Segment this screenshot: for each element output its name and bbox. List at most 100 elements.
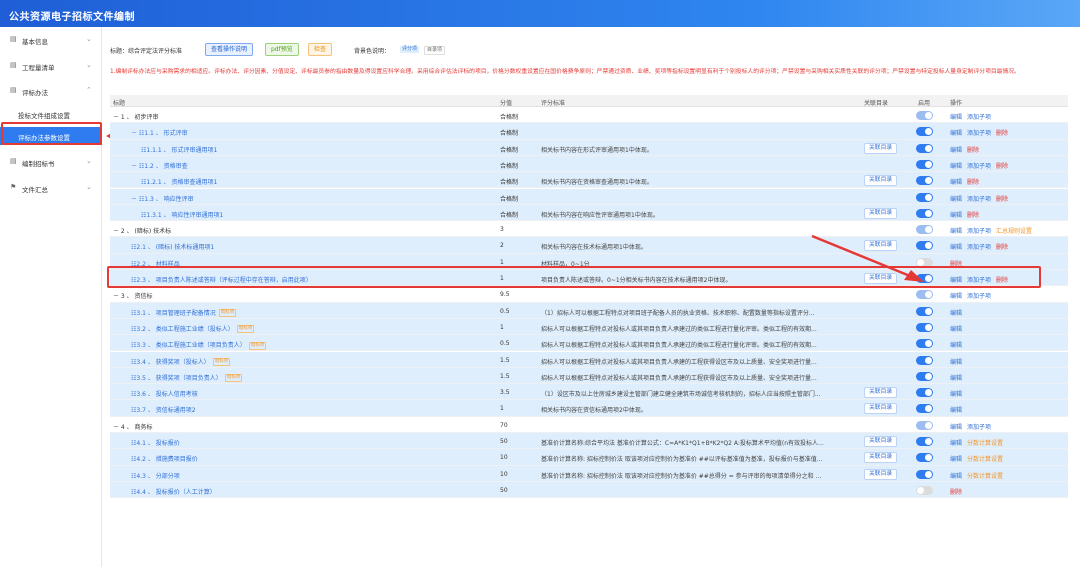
add-child-link[interactable]: 添加子项 <box>967 196 991 203</box>
edit-link[interactable]: 编辑 <box>950 407 962 414</box>
row-title: ☷3.7 、 资信标通用项2 <box>113 405 493 414</box>
delete-link[interactable]: 删除 <box>996 244 1008 251</box>
row-ops: 编辑 <box>950 373 967 382</box>
edit-link[interactable]: 编辑 <box>950 310 962 317</box>
edit-link[interactable]: 编辑 <box>950 114 962 121</box>
row-score: 1.5 <box>500 372 510 380</box>
link-catalog-button[interactable]: 关联目录 <box>864 387 898 399</box>
edit-link[interactable]: 编辑 <box>950 147 962 154</box>
edit-link[interactable]: 编辑 <box>950 179 962 186</box>
sidebar-item-compile-tender[interactable]: ▤ 编制招标书 ⌄ <box>0 153 102 171</box>
edit-link[interactable]: 编辑 <box>950 228 962 235</box>
edit-link[interactable]: 编辑 <box>950 163 962 170</box>
sidebar-item-evaluation-method[interactable]: ▤ 评标办法 ⌃ <box>0 82 102 100</box>
row-title-text: ☷4.3 、 分部分项 <box>131 472 180 480</box>
col-header-standard: 评分标准 <box>541 100 566 107</box>
row-ops: 编辑 添加子项 删除 <box>950 128 1013 137</box>
enable-toggle[interactable] <box>916 322 933 332</box>
enable-toggle[interactable] <box>916 176 933 186</box>
edit-link[interactable]: 编辑 <box>950 375 962 382</box>
enable-toggle[interactable] <box>916 437 933 446</box>
pdf-preview-button[interactable]: pdf预览 <box>265 43 299 56</box>
row-title: － 1 、 初步评审 <box>113 112 493 121</box>
sidebar-item-label: 编制招标书 <box>22 160 55 168</box>
row-standard: 基准价计算名称:综合平均法 基准价计算公式：C=A*K1*Q1+B*K2*Q2 … <box>541 440 824 447</box>
enable-toggle[interactable] <box>916 192 933 202</box>
row-score: 1.5 <box>500 356 510 364</box>
sidebar-item-bill-of-quantities[interactable]: ▤ 工程量清单 ⌄ <box>0 57 102 75</box>
sidebar-subitem-bid-doc-composition[interactable]: 投标文件组成设置 <box>0 105 102 123</box>
score-calc-setting-link[interactable]: 分数计算设置 <box>967 473 1003 480</box>
row-standard: 相关标书内容在资信标通用项2中体现。 <box>541 407 647 415</box>
sidebar-item-basic-info[interactable]: ▤ 基本信息 ⌄ <box>0 31 102 49</box>
enable-toggle[interactable] <box>916 143 933 153</box>
add-child-link[interactable]: 添加子项 <box>967 293 991 300</box>
score-calc-setting-link[interactable]: 分数计算设置 <box>967 440 1003 447</box>
delete-link[interactable]: 删除 <box>967 179 979 186</box>
delete-link[interactable]: 删除 <box>996 196 1008 203</box>
row-score: 3.5 <box>500 389 510 397</box>
link-catalog-button[interactable]: 关联目录 <box>864 468 898 480</box>
add-child-link[interactable]: 添加子项 <box>967 228 991 235</box>
edit-link[interactable]: 编辑 <box>950 293 962 300</box>
delete-link[interactable]: 删除 <box>950 489 962 496</box>
add-child-link[interactable]: 添加子项 <box>967 163 991 170</box>
score-calc-setting-link[interactable]: 分数计算设置 <box>967 456 1003 463</box>
link-catalog-button[interactable]: 关联目录 <box>864 142 898 154</box>
link-catalog-button[interactable]: 关联目录 <box>864 175 898 187</box>
row-ops: 编辑 删除 <box>950 210 984 219</box>
add-child-link[interactable]: 添加子项 <box>967 130 991 137</box>
enable-toggle[interactable] <box>916 306 933 316</box>
dark-bid-badge: 暗标项 <box>248 341 267 350</box>
edit-link[interactable]: 编辑 <box>950 473 962 480</box>
enable-toggle[interactable] <box>916 388 933 398</box>
delete-link[interactable]: 删除 <box>996 163 1008 170</box>
delete-link[interactable]: 删除 <box>967 147 979 154</box>
check-button[interactable]: 检查 <box>308 43 333 56</box>
edit-link[interactable]: 编辑 <box>950 359 962 366</box>
enable-toggle[interactable] <box>916 339 933 349</box>
row-title-text: ☷3.3 、 类似工程施工业绩（项目负责人） <box>131 342 246 350</box>
enable-toggle[interactable] <box>916 371 933 381</box>
row-score: 50 <box>500 486 508 494</box>
row-title-text: ☷3.4 、 获得奖项（投标人） <box>131 358 210 366</box>
edit-link[interactable]: 编辑 <box>950 244 962 251</box>
row-title: － 3 、 资信标 <box>113 291 493 300</box>
edit-link[interactable]: 编辑 <box>950 326 962 333</box>
edit-link[interactable]: 编辑 <box>950 456 962 463</box>
enable-toggle[interactable] <box>916 453 933 463</box>
edit-link[interactable]: 编辑 <box>950 212 962 219</box>
link-catalog-button[interactable]: 关联目录 <box>864 403 898 415</box>
delete-link[interactable]: 删除 <box>967 212 979 219</box>
enable-toggle[interactable] <box>916 208 933 218</box>
summary-rule-link[interactable]: 汇总规则设置 <box>996 228 1032 235</box>
edit-link[interactable]: 编辑 <box>950 440 962 447</box>
enable-toggle[interactable] <box>916 127 933 137</box>
edit-link[interactable]: 编辑 <box>950 196 962 203</box>
link-catalog-button[interactable]: 关联目录 <box>864 207 898 219</box>
enable-toggle[interactable] <box>916 420 933 430</box>
enable-toggle[interactable] <box>916 469 933 479</box>
enable-toggle[interactable] <box>916 355 933 365</box>
flag-icon: ⚑ <box>10 183 17 191</box>
add-child-link[interactable]: 添加子项 <box>967 244 991 251</box>
enable-toggle[interactable] <box>916 404 933 414</box>
sidebar-item-file-summary[interactable]: ⚑ 文件汇总 ⌄ <box>0 179 102 197</box>
edit-link[interactable]: 编辑 <box>950 424 962 431</box>
edit-link[interactable]: 编辑 <box>950 391 962 398</box>
notice-text: 1.编制评标办法应与采购需求的相适应。评标办法、评分因素、分值设定、评标最员参的… <box>110 69 1020 75</box>
add-child-link[interactable]: 添加子项 <box>967 424 991 431</box>
add-child-link[interactable]: 添加子项 <box>967 114 991 121</box>
col-header-catalog: 关联目录 <box>864 100 889 107</box>
link-catalog-button[interactable]: 关联目录 <box>864 436 898 447</box>
toolbar: 标题：综合评定法评分标准 查看操作说明 pdf预览 检查 背景色说明： 评分项 … <box>110 43 610 57</box>
enable-toggle[interactable] <box>916 111 933 120</box>
edit-link[interactable]: 编辑 <box>950 342 962 349</box>
enable-toggle[interactable] <box>916 159 933 169</box>
edit-link[interactable]: 编辑 <box>950 130 962 137</box>
delete-link[interactable]: 删除 <box>996 130 1008 137</box>
link-catalog-button[interactable]: 关联目录 <box>864 452 898 464</box>
row-ops: 编辑 添加子项 <box>950 422 996 431</box>
enable-toggle[interactable] <box>916 485 933 495</box>
help-button[interactable]: 查看操作说明 <box>205 43 254 56</box>
